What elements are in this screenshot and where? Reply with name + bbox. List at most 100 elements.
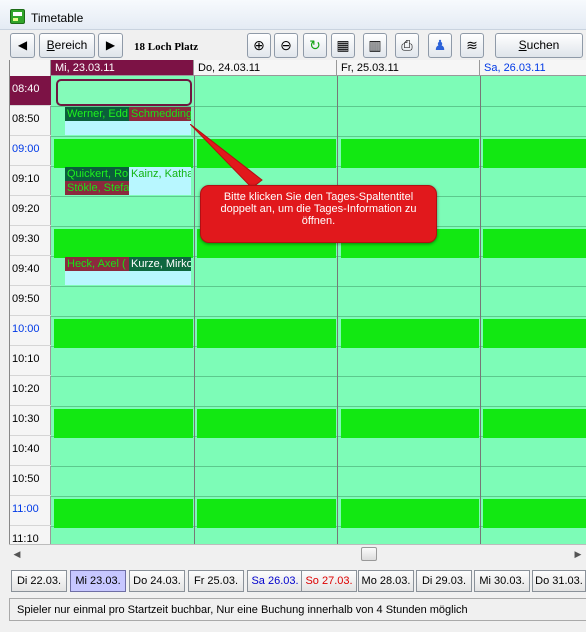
header-tooltip: Bitte klicken Sie den Tages-Spaltentitel… [200,185,437,243]
row-divider [51,286,586,287]
time-label: 08:40 [10,76,51,106]
booking-entry[interactable]: Schmedding, [129,107,191,121]
open-tee-slot[interactable] [54,139,193,168]
time-label: 09:00 [10,136,51,166]
next-button[interactable]: ▶ [98,33,123,58]
open-tee-slot[interactable] [483,499,586,528]
table-icon: ▦ [336,37,350,53]
search-button[interactable]: Suchen [495,33,583,58]
toolbar: ◀ Bereich ▶ 18 Loch Platz ⊕ ⊖ ↻ ▦ ▥ ⎙ ♟ … [0,30,586,60]
open-tee-slot[interactable] [483,229,586,258]
time-label: 09:40 [10,256,51,286]
sheet-icon: ≋ [466,37,478,53]
open-tee-slot[interactable] [197,499,336,528]
day-button[interactable]: Mi 30.03. [474,570,530,592]
zoom-out-icon: ⊖ [280,37,292,53]
range-button-label: ereich [54,38,88,52]
time-label: 09:50 [10,286,51,316]
time-label: 11:10 [10,526,51,544]
arrow-left-icon: ◀ [17,38,28,52]
day-column-header-thu[interactable]: Do, 24.03.11 [194,60,337,76]
booking-empty[interactable] [129,181,191,195]
day-button[interactable]: Fr 25.03. [188,570,244,592]
booking-entry[interactable]: Quickert, Ro [65,167,129,181]
open-tee-slot[interactable] [341,409,479,438]
zoom-in-button[interactable]: ⊕ [247,33,271,58]
open-tee-slot[interactable] [483,409,586,438]
players-button[interactable]: ♟ [428,33,452,58]
day-column-header-fri[interactable]: Fr, 25.03.11 [337,60,480,76]
printer-icon: ⎙ [401,37,413,53]
day-button[interactable]: Do 31.03. [532,570,586,592]
day-button[interactable]: Mo 28.03. [358,570,414,592]
time-label: 10:20 [10,376,51,406]
booking-empty[interactable] [65,121,191,135]
day-button[interactable]: Do 24.03. [129,570,185,592]
sheet-button[interactable]: ≋ [460,33,484,58]
search-button-label: uchen [526,38,560,52]
status-message: Spieler nur einmal pro Startzeit buchbar… [17,604,468,616]
app-icon [10,9,25,24]
time-label: 09:20 [10,196,51,226]
horizontal-scrollbar[interactable]: ◀ ▶ [9,544,586,562]
column-divider [480,76,481,544]
day-button[interactable]: Di 22.03. [11,570,67,592]
previous-button[interactable]: ◀ [10,33,35,58]
open-tee-slot[interactable] [54,409,193,438]
time-label: 10:00 [10,316,51,346]
day-button[interactable]: So 27.03. [301,570,357,592]
calendar-icon: ▥ [368,37,382,53]
open-tee-slot[interactable] [341,319,479,348]
scroll-right-icon[interactable]: ▶ [572,548,584,560]
open-tee-slot[interactable] [197,409,336,438]
time-label: 10:30 [10,406,51,436]
arrow-right-icon: ▶ [105,38,116,52]
time-label: 09:30 [10,226,51,256]
window-title: Timetable [31,11,84,25]
time-label: 10:40 [10,436,51,466]
course-name: 18 Loch Platz [134,41,199,53]
search-button-mnemonic: S [518,38,527,52]
row-divider [51,406,586,407]
scrollbar-thumb[interactable] [361,547,377,561]
zoom-in-icon: ⊕ [253,37,265,53]
row-divider [51,316,586,317]
booking-entry[interactable]: Heck, Axel ( [65,257,129,271]
row-divider [51,376,586,377]
range-button-mnemonic: B [46,38,55,52]
open-tee-slot[interactable] [483,319,586,348]
day-button-selected[interactable]: Mi 23.03. [70,570,126,592]
zoom-out-button[interactable]: ⊖ [274,33,298,58]
booking-entry[interactable]: Kainz, Katha [129,167,191,181]
open-tee-slot[interactable] [341,499,479,528]
grid-view-button[interactable]: ▦ [331,33,355,58]
scroll-left-icon[interactable]: ◀ [11,548,23,560]
open-tee-slot[interactable] [483,139,586,168]
refresh-button[interactable]: ↻ [303,33,327,58]
open-tee-slot[interactable] [54,229,193,258]
row-divider [51,466,586,467]
time-label: 11:00 [10,496,51,526]
calendar-button[interactable]: ▥ [363,33,387,58]
open-tee-slot[interactable] [54,319,193,348]
timetable-window: Timetable ◀ Bereich ▶ 18 Loch Platz ⊕ ⊖ … [0,0,586,632]
range-button[interactable]: Bereich [39,33,95,58]
booking-entry[interactable]: Werner, Edd [65,107,129,121]
status-bar: Spieler nur einmal pro Startzeit buchbar… [9,598,586,621]
selected-slot[interactable] [56,79,192,106]
booking-entry[interactable]: Kurze, Mirko [129,257,191,271]
day-button[interactable]: Di 29.03. [416,570,472,592]
open-tee-slot[interactable] [54,499,193,528]
print-button[interactable]: ⎙ [395,33,419,58]
time-label: 09:10 [10,166,51,196]
day-column-header-sat[interactable]: Sa, 26.03.11 [480,60,586,76]
row-divider [51,496,586,497]
booking-empty[interactable] [65,271,191,285]
day-button[interactable]: Sa 26.03. [247,570,303,592]
day-column-header-wed[interactable]: Mi, 23.03.11 [51,60,194,76]
timetable-grid[interactable]: Mi, 23.03.11 Do, 24.03.11 Fr, 25.03.11 S… [9,60,586,544]
open-tee-slot[interactable] [197,319,336,348]
day-selector-bar: Di 22.03. Mi 23.03. Do 24.03. Fr 25.03. … [9,567,586,594]
booking-entry[interactable]: Stökle, Stefa [65,181,129,195]
refresh-icon: ↻ [309,37,321,53]
